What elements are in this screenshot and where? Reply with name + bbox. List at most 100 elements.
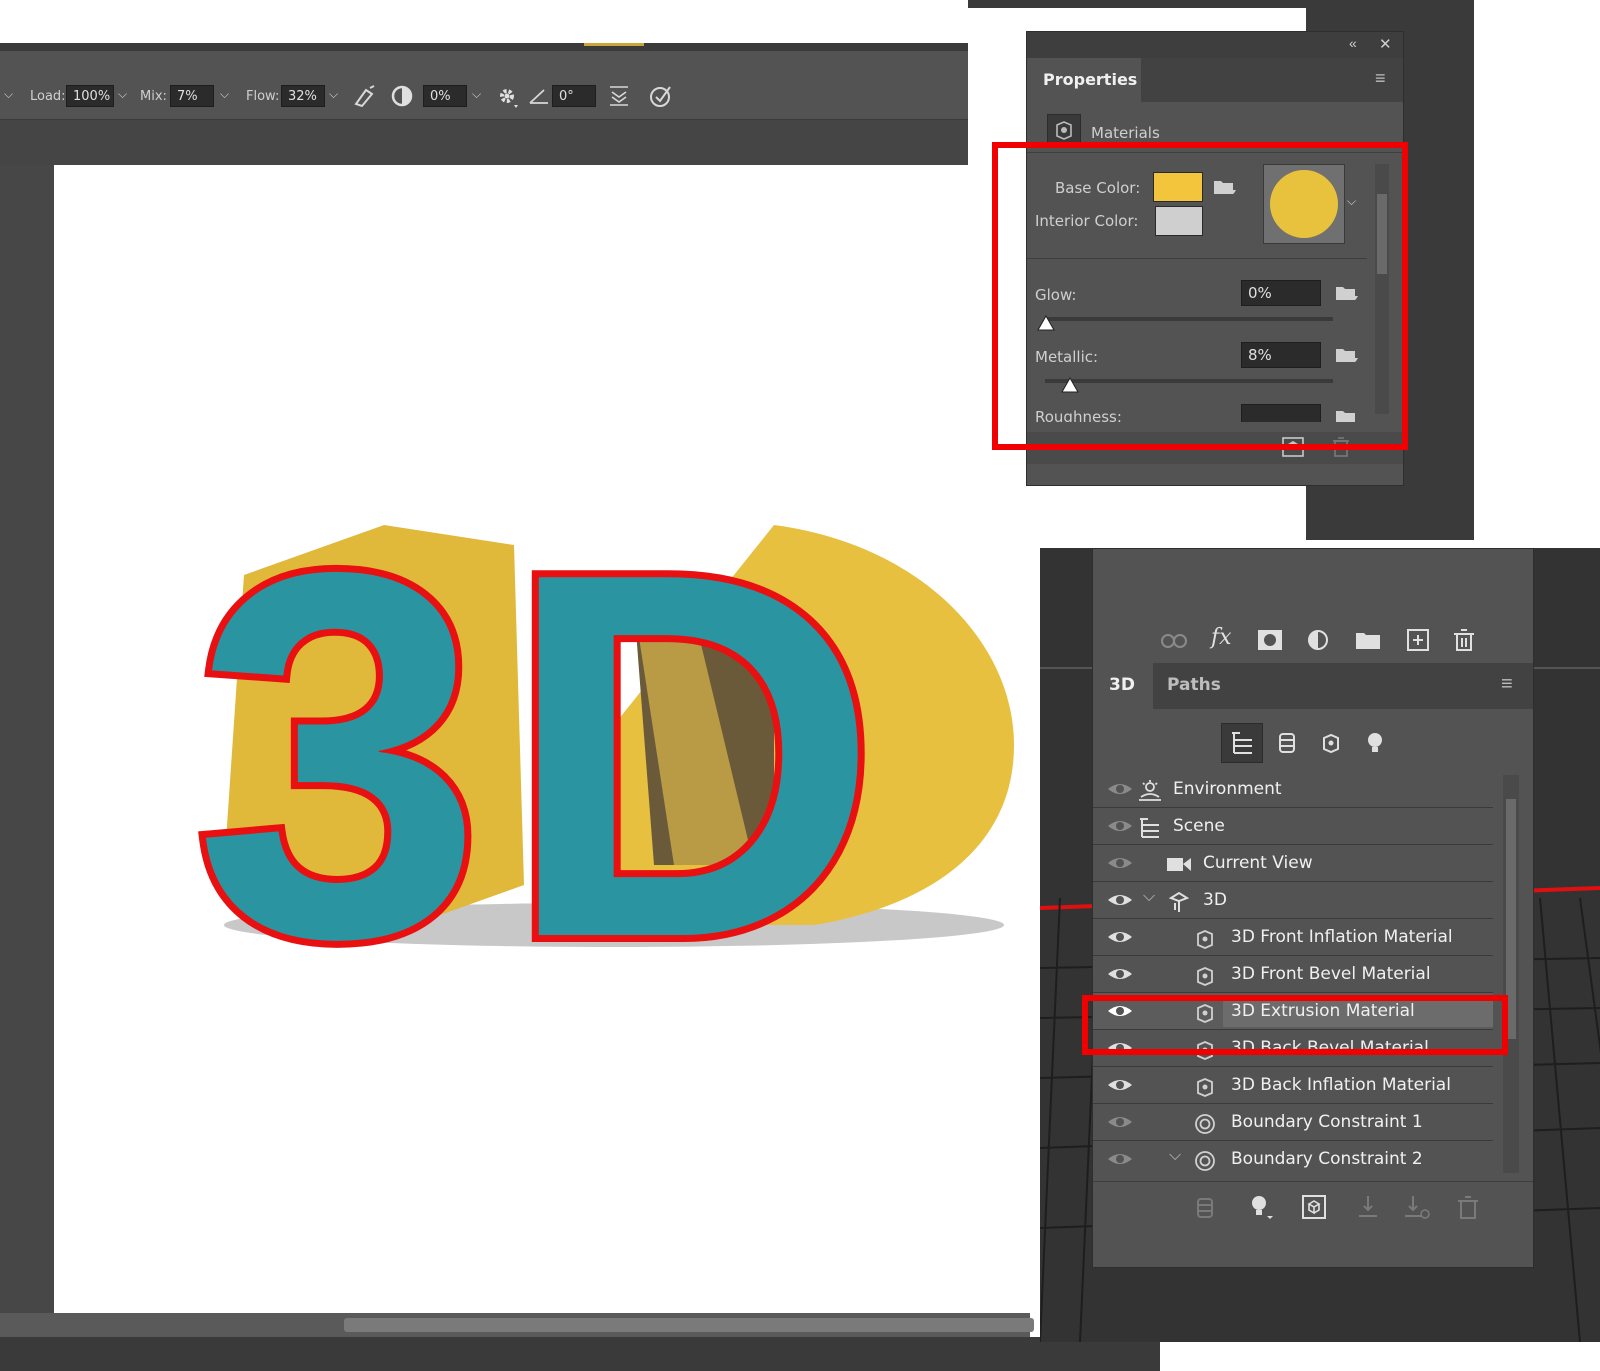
folder-icon[interactable] xyxy=(1355,629,1381,651)
camera-icon xyxy=(1167,858,1191,871)
trash-icon[interactable] xyxy=(1453,628,1475,652)
layer-list-scroll-thumb[interactable] xyxy=(1506,799,1516,1039)
pressure-size-icon[interactable] xyxy=(606,83,632,109)
list-item[interactable]: Environment xyxy=(1093,771,1493,808)
smoothing-icon[interactable] xyxy=(390,84,414,108)
eye-icon[interactable] xyxy=(1107,853,1133,873)
glow-slider-handle[interactable] xyxy=(1037,315,1055,331)
trash-icon[interactable] xyxy=(1457,1194,1479,1220)
tab-3d-label: 3D xyxy=(1109,675,1135,695)
panel-tab-bar: 3D Paths ≡ xyxy=(1093,663,1533,709)
list-item[interactable]: ⌵ 3D xyxy=(1093,882,1493,919)
chevron-down-icon[interactable]: ⌵ xyxy=(1143,888,1155,906)
collapse-icon[interactable]: « xyxy=(1349,35,1357,51)
list-item[interactable]: Current View xyxy=(1093,845,1493,882)
interior-color-swatch[interactable] xyxy=(1155,206,1203,236)
render-icon[interactable] xyxy=(1301,1194,1327,1220)
eye-icon[interactable] xyxy=(1107,927,1133,947)
eye-icon[interactable] xyxy=(1107,779,1133,799)
base-color-folder-icon[interactable] xyxy=(1213,178,1237,196)
panel-menu-icon[interactable]: ≡ xyxy=(1501,673,1513,696)
close-icon[interactable]: ✕ xyxy=(1379,35,1392,53)
eye-icon[interactable] xyxy=(1107,1001,1133,1021)
properties-inset-bg xyxy=(968,0,1306,8)
mix-dropdown-icon[interactable]: ⌵ xyxy=(220,87,229,102)
roughness-field[interactable] xyxy=(1241,404,1321,422)
preview-dropdown-icon[interactable]: ⌵ xyxy=(1347,194,1356,209)
materials-icon xyxy=(1047,114,1081,148)
material-filter-icon[interactable] xyxy=(1319,731,1343,755)
symmetry-icon[interactable] xyxy=(648,83,674,109)
angle-field[interactable]: 0° xyxy=(552,85,596,107)
drop-selection-icon[interactable] xyxy=(1403,1194,1431,1220)
mask-icon[interactable] xyxy=(1257,629,1283,651)
eye-icon[interactable] xyxy=(1107,964,1133,984)
constraint-icon xyxy=(1195,1114,1215,1134)
airbrush-icon[interactable] xyxy=(352,84,378,108)
glow-slider-track[interactable] xyxy=(1045,317,1333,321)
base-color-label: Base Color: xyxy=(1055,179,1141,197)
tab-3d[interactable]: 3D xyxy=(1093,663,1153,709)
filter-bar xyxy=(1093,709,1533,771)
eye-icon[interactable] xyxy=(1107,1038,1133,1058)
smoothing-field[interactable]: 0% xyxy=(423,85,467,107)
eye-icon[interactable] xyxy=(1107,1075,1133,1095)
mesh-add-icon[interactable] xyxy=(1195,1196,1215,1220)
glow-field[interactable]: 0% xyxy=(1241,280,1321,306)
layer-list-scrollbar[interactable] xyxy=(1503,775,1519,1173)
list-item[interactable]: Boundary Constraint 1 xyxy=(1093,1104,1493,1141)
metallic-slider-track[interactable] xyxy=(1045,379,1333,383)
metallic-field[interactable]: 8% xyxy=(1241,342,1321,368)
eye-icon[interactable] xyxy=(1107,1112,1133,1132)
chevron-down-icon[interactable]: ⌵ xyxy=(4,87,13,102)
flow-field[interactable]: 32% xyxy=(281,85,325,107)
list-item[interactable]: 3D Front Inflation Material xyxy=(1093,919,1493,956)
eye-icon[interactable] xyxy=(1107,1149,1133,1169)
layers-footer xyxy=(1093,1181,1533,1234)
gear-icon[interactable] xyxy=(496,85,520,109)
list-item[interactable]: 3D Front Bevel Material xyxy=(1093,956,1493,993)
list-item-selected[interactable]: 3D Extrusion Material xyxy=(1093,993,1493,1030)
list-item[interactable]: ⌵ Boundary Constraint 2 xyxy=(1093,1141,1493,1175)
new-layer-icon[interactable] xyxy=(1407,629,1429,651)
render-icon[interactable] xyxy=(1281,436,1305,458)
light-filter-icon[interactable] xyxy=(1365,731,1385,755)
eye-icon[interactable] xyxy=(1107,816,1133,836)
add-light-icon[interactable] xyxy=(1249,1194,1275,1220)
roughness-folder-icon[interactable] xyxy=(1335,408,1359,422)
fx-icon[interactable]: fx xyxy=(1211,625,1232,650)
tab-properties[interactable]: Properties xyxy=(1027,58,1141,102)
panel-menu-icon[interactable]: ≡ xyxy=(1375,68,1386,89)
mix-field[interactable]: 7% xyxy=(170,85,214,107)
chevron-down-icon[interactable]: ⌵ xyxy=(1169,1147,1181,1165)
tab-paths[interactable]: Paths xyxy=(1153,663,1241,709)
horizontal-scrollbar-thumb[interactable] xyxy=(344,1318,1034,1332)
list-item[interactable]: 3D Back Bevel Material xyxy=(1093,1030,1493,1067)
adjustment-icon[interactable] xyxy=(1307,629,1331,653)
flow-dropdown-icon[interactable]: ⌵ xyxy=(329,87,338,102)
options-toolbar: ⌵ Load: 100% ⌵ Mix: 7% ⌵ Flow: 32% ⌵ 0% … xyxy=(0,51,968,120)
base-color-swatch[interactable] xyxy=(1153,172,1203,202)
metallic-folder-icon[interactable] xyxy=(1335,346,1359,364)
interior-color-label: Interior Color: xyxy=(1035,212,1139,230)
load-field[interactable]: 100% xyxy=(66,85,114,107)
link-icon[interactable] xyxy=(1159,631,1189,651)
load-dropdown-icon[interactable]: ⌵ xyxy=(118,87,127,102)
material-icon xyxy=(1197,1041,1213,1060)
properties-scrollbar[interactable] xyxy=(1375,164,1389,414)
list-item[interactable]: 3D Back Inflation Material xyxy=(1093,1067,1493,1104)
scene-icon xyxy=(1140,818,1159,838)
eye-icon[interactable] xyxy=(1107,890,1133,910)
metallic-slider-handle[interactable] xyxy=(1061,377,1079,393)
layer-list: Environment Scene Current View ⌵ 3D 3D F… xyxy=(1093,771,1493,1175)
delete-icon[interactable] xyxy=(1331,436,1351,458)
list-item[interactable]: Scene xyxy=(1093,808,1493,845)
glyph-d: D xyxy=(504,465,880,1046)
smoothing-dropdown-icon[interactable]: ⌵ xyxy=(472,87,481,102)
material-preview[interactable] xyxy=(1263,164,1345,244)
drop-to-plane-icon[interactable] xyxy=(1355,1194,1381,1220)
mesh-filter-icon[interactable] xyxy=(1277,731,1297,755)
properties-scroll-thumb[interactable] xyxy=(1377,194,1387,274)
glow-folder-icon[interactable] xyxy=(1335,284,1359,302)
filter-scene-button[interactable] xyxy=(1221,723,1263,763)
